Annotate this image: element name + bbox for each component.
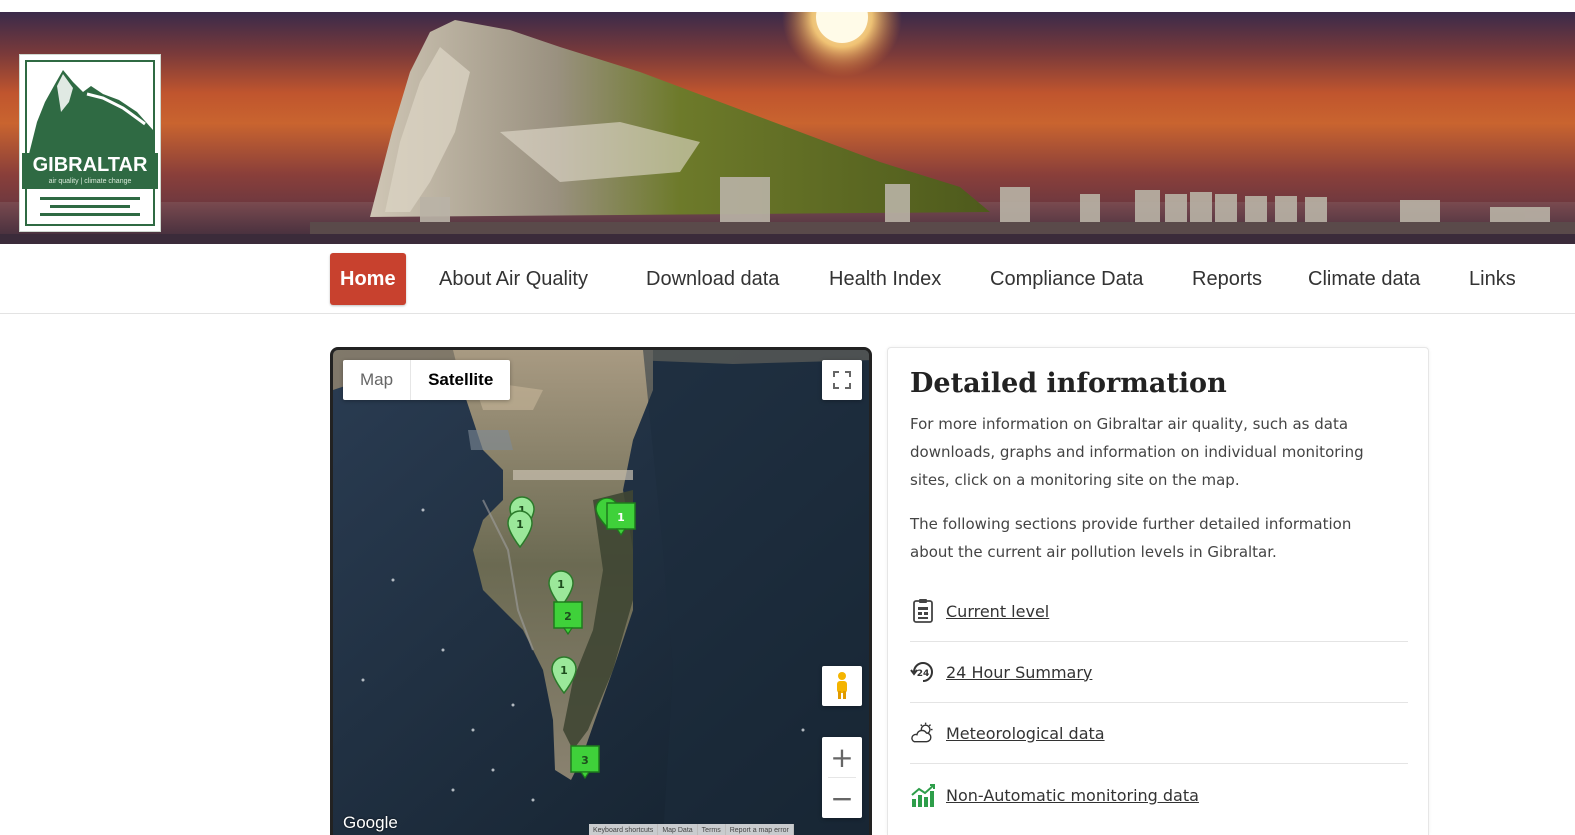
nav-health-index[interactable]: Health Index bbox=[829, 253, 941, 305]
nav-links[interactable]: Links bbox=[1469, 253, 1516, 305]
map-data-link[interactable]: Map Data bbox=[658, 824, 698, 835]
link-row-24-hour-summary: 24 24 Hour Summary bbox=[910, 642, 1408, 703]
main-nav: Home About Air Quality Download data Hea… bbox=[0, 244, 1575, 314]
detailed-info-panel: Detailed information For more informatio… bbox=[887, 347, 1429, 835]
nav-compliance-data[interactable]: Compliance Data bbox=[990, 253, 1143, 305]
cluster-label: 3 bbox=[581, 754, 589, 767]
fullscreen-icon bbox=[833, 371, 851, 389]
cluster-marker[interactable]: 3 bbox=[570, 745, 600, 779]
panel-intro-text: For more information on Gibraltar air qu… bbox=[910, 415, 1364, 489]
street-view-button[interactable] bbox=[822, 666, 862, 706]
report-map-error-link[interactable]: Report a map error bbox=[726, 824, 794, 835]
weather-icon bbox=[910, 720, 936, 746]
header-banner: GIBRALTAR air quality | climate change bbox=[0, 12, 1575, 244]
marker-label: 1 bbox=[560, 664, 568, 677]
map-type-satellite-button[interactable]: Satellite bbox=[411, 360, 510, 400]
pegman-icon bbox=[837, 672, 847, 699]
clipboard-icon bbox=[910, 598, 936, 624]
fullscreen-button[interactable] bbox=[822, 360, 862, 400]
map-footer: Keyboard shortcuts Map Data Terms Report… bbox=[589, 824, 794, 835]
nav-home[interactable]: Home bbox=[330, 253, 406, 305]
zoom-out-button[interactable]: − bbox=[822, 778, 862, 818]
link-row-non-automatic-data: Non-Automatic monitoring data bbox=[910, 765, 1408, 826]
zoom-in-button[interactable]: + bbox=[822, 737, 862, 777]
site-marker[interactable]: 1 bbox=[550, 656, 578, 694]
current-level-link[interactable]: Current level bbox=[946, 602, 1049, 621]
map-type-control: Map Satellite bbox=[343, 360, 511, 400]
24-hour-summary-link[interactable]: 24 Hour Summary bbox=[946, 663, 1092, 682]
zoom-control: + − bbox=[822, 737, 862, 818]
24-hour-icon: 24 bbox=[910, 659, 936, 685]
monitoring-map[interactable]: Map Satellite + − 1 1 1 1 2 3 Google Key… bbox=[330, 347, 872, 835]
panel-sections-text: The following sections provide further d… bbox=[910, 515, 1352, 561]
non-automatic-monitoring-data-link[interactable]: Non-Automatic monitoring data bbox=[946, 786, 1199, 805]
marker-label: 1 bbox=[557, 578, 565, 591]
nav-about-air-quality[interactable]: About Air Quality bbox=[439, 253, 588, 305]
link-row-current-level: Current level bbox=[910, 581, 1408, 642]
satellite-imagery bbox=[333, 350, 869, 835]
site-logo[interactable]: GIBRALTAR air quality | climate change bbox=[20, 55, 160, 231]
cluster-marker[interactable]: 2 bbox=[553, 601, 583, 635]
nav-climate-data[interactable]: Climate data bbox=[1308, 253, 1420, 305]
nav-download-data[interactable]: Download data bbox=[646, 253, 779, 305]
cluster-label: 2 bbox=[564, 610, 572, 623]
banner-image bbox=[0, 12, 1575, 244]
panel-title: Detailed information bbox=[910, 368, 1227, 399]
meteorological-data-link[interactable]: Meteorological data bbox=[946, 724, 1105, 743]
cluster-label: 1 bbox=[617, 511, 625, 524]
logo-lines bbox=[40, 197, 140, 221]
keyboard-shortcuts-link[interactable]: Keyboard shortcuts bbox=[589, 824, 659, 835]
rock-logo-icon bbox=[29, 70, 153, 154]
svg-text:24: 24 bbox=[917, 669, 930, 679]
nav-reports[interactable]: Reports bbox=[1192, 253, 1262, 305]
marker-label: 1 bbox=[516, 518, 524, 531]
terms-link[interactable]: Terms bbox=[698, 824, 726, 835]
link-row-meteorological-data: Meteorological data bbox=[910, 703, 1408, 764]
bar-chart-icon bbox=[910, 783, 936, 809]
site-marker[interactable]: 1 bbox=[506, 510, 534, 548]
cluster-marker[interactable]: 1 bbox=[606, 502, 636, 536]
logo-subtitle: air quality | climate change bbox=[22, 177, 158, 189]
map-type-map-button[interactable]: Map bbox=[343, 360, 412, 400]
google-attribution: Google bbox=[343, 813, 398, 832]
